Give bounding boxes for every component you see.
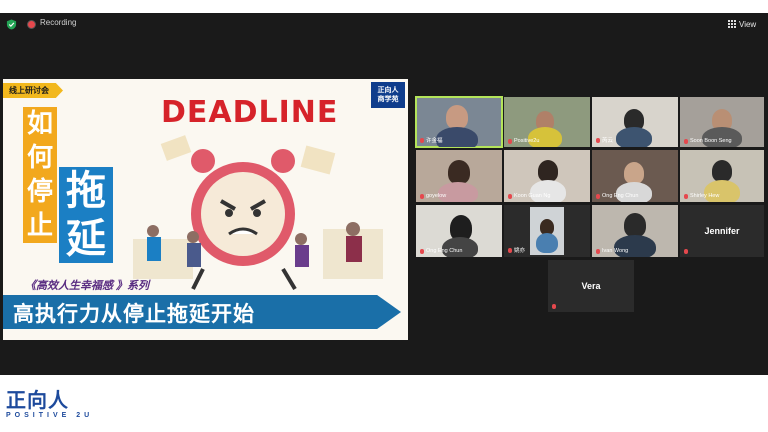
banner-text: 高执行力从停止拖延开始 <box>13 302 255 326</box>
participant-body <box>442 237 478 257</box>
recording-label[interactable]: Recording <box>40 18 76 27</box>
title-banner: 高执行力从停止拖延开始 <box>3 295 401 329</box>
participant-name: Ivan Wong <box>596 248 628 254</box>
participant-tile[interactable]: Ong Eng Chun <box>416 205 502 257</box>
shield-check-icon[interactable] <box>6 19 17 30</box>
mic-muted-icon <box>508 138 512 144</box>
participant-video <box>624 162 644 184</box>
participant-tile[interactable]: Vera <box>548 260 634 312</box>
participant-name: Soon Boon Seng <box>684 138 732 144</box>
participant-name <box>684 249 688 254</box>
participant-tile-active-speaker[interactable]: 许金福 <box>415 96 503 148</box>
participant-video <box>446 105 468 129</box>
title-char: 何 <box>23 141 57 175</box>
mic-muted-icon <box>596 193 600 199</box>
brand-line-2: 商学苑 <box>377 96 399 103</box>
participant-tile[interactable]: 芮云 <box>592 97 678 147</box>
participant-name: Shirley Hew <box>684 193 719 199</box>
participant-name-large: Vera <box>581 281 601 291</box>
zoom-window: Recording View 线上研讨会 正向人 商学苑 如 何 停 止 拖 延… <box>0 13 768 375</box>
mic-muted-icon <box>552 304 556 309</box>
participant-video <box>712 160 732 182</box>
mic-muted-icon <box>684 138 688 144</box>
participant-name <box>552 304 556 309</box>
webinar-badge: 线上研讨会 <box>3 83 63 98</box>
participant-tile[interactable]: Positive2u <box>504 97 590 147</box>
participant-name: goyelow <box>420 193 446 199</box>
view-button-label: View <box>739 19 757 29</box>
recording-indicator-icon[interactable] <box>27 20 36 29</box>
participant-tile[interactable]: goyelow <box>416 150 502 202</box>
participant-name: Koon Guan Ng <box>508 193 550 199</box>
participant-tile[interactable]: Koon Guan Ng <box>504 150 590 202</box>
mic-muted-icon <box>508 247 512 253</box>
mic-muted-icon <box>596 137 600 143</box>
participant-video <box>538 160 558 182</box>
title-char: 延 <box>59 215 113 263</box>
participant-name: Ong Eng Chun <box>420 248 462 254</box>
participant-name-large: Jennifer <box>704 226 740 236</box>
participant-tile[interactable]: Shirley Hew <box>680 150 764 202</box>
participant-tile[interactable]: 姚亦 <box>504 205 590 257</box>
participant-body <box>528 127 562 147</box>
participant-name: Ong Eng Chun <box>596 193 638 199</box>
participant-name: Positive2u <box>508 138 539 144</box>
logo-chinese: 正向人 <box>6 388 69 412</box>
participant-video <box>448 160 470 184</box>
participant-video <box>624 213 646 237</box>
mic-muted-icon <box>684 193 688 199</box>
participant-tile[interactable]: Ong Eng Chun <box>592 150 678 202</box>
mic-muted-icon <box>420 137 424 143</box>
mic-muted-icon <box>596 248 600 254</box>
view-button[interactable]: View <box>728 17 756 31</box>
shared-screen-slide: 线上研讨会 正向人 商学苑 如 何 停 止 拖 延 DEADLINE 《高效人生… <box>3 79 408 340</box>
logo-english: POSITIVE 2U <box>6 412 94 419</box>
participant-name: 许金福 <box>420 136 443 144</box>
grid-icon <box>728 20 736 28</box>
participant-tile[interactable]: Soon Boon Seng <box>680 97 764 147</box>
series-subtitle: 《高效人生幸福感 》系列 <box>25 280 150 292</box>
mic-muted-icon <box>508 193 512 199</box>
participant-name: 芮云 <box>596 136 613 144</box>
brand-logo: 正向人 商学苑 <box>371 82 405 108</box>
mic-muted-icon <box>684 249 688 254</box>
participant-body <box>616 127 652 147</box>
participant-body <box>702 127 742 147</box>
clock-illustration <box>133 135 383 291</box>
footer-logo: 正向人 POSITIVE 2U <box>6 384 93 419</box>
participant-tile[interactable]: Jennifer <box>680 205 764 257</box>
participant-body <box>438 182 478 202</box>
title-char: 停 <box>23 175 57 209</box>
title-char: 拖 <box>59 167 113 215</box>
participant-name: 姚亦 <box>508 246 525 254</box>
mic-muted-icon <box>420 193 424 199</box>
title-char: 止 <box>23 209 57 243</box>
participant-tile[interactable]: Ivan Wong <box>592 205 678 257</box>
participant-body <box>616 182 652 202</box>
title-char: 如 <box>23 107 57 141</box>
brand-line-1: 正向人 <box>377 87 399 94</box>
mic-muted-icon <box>420 248 424 254</box>
participant-video <box>530 207 564 255</box>
meeting-top-bar: Recording View <box>0 13 768 35</box>
